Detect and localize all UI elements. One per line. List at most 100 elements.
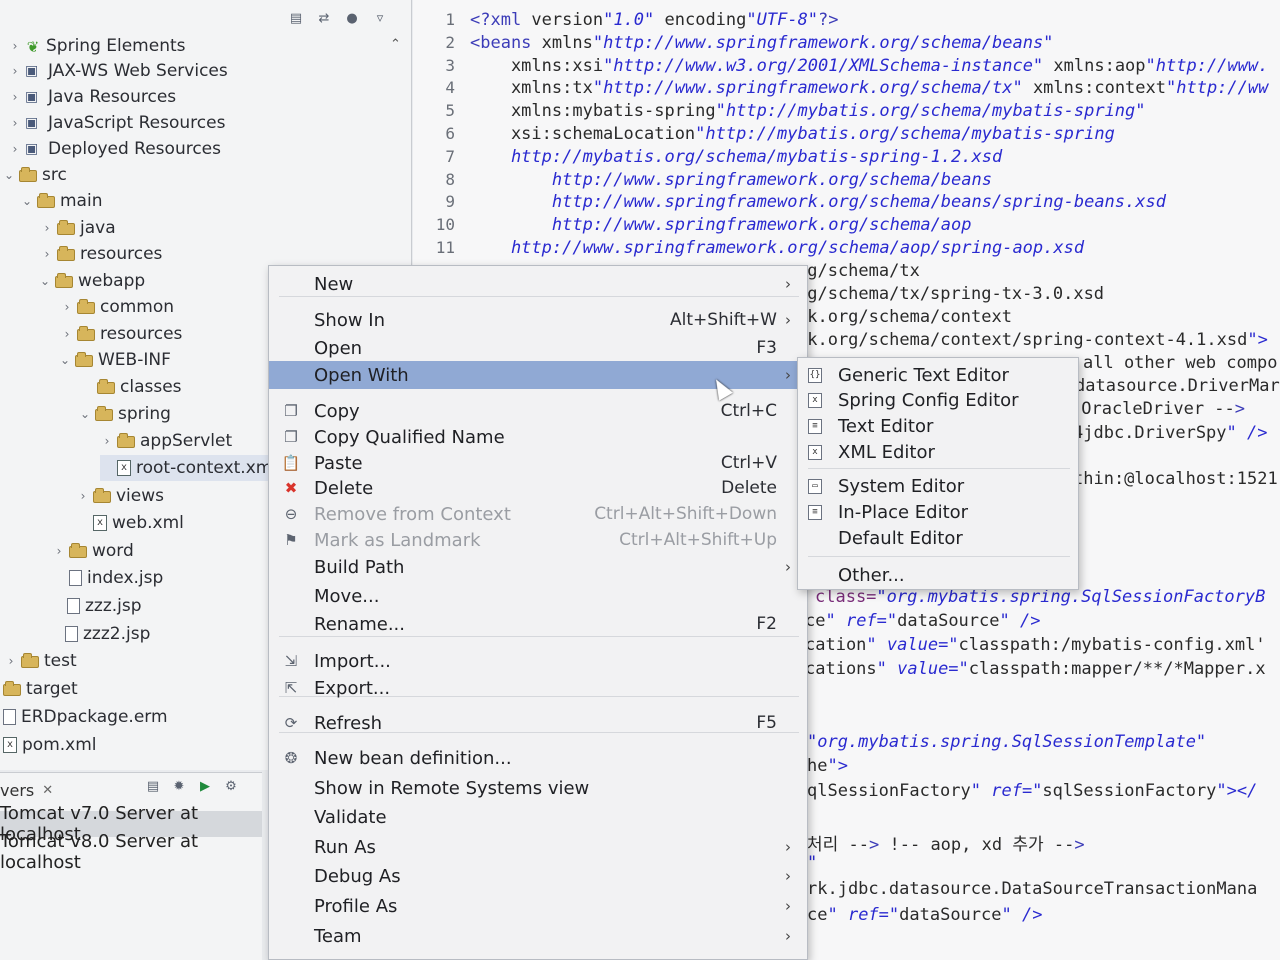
menu-item-delete[interactable]: ✖ Delete Delete [269, 474, 807, 502]
tree-item[interactable]: › ▣ JavaScript Resources [8, 110, 226, 136]
chevron-right-icon[interactable]: › [100, 434, 114, 448]
tree-item[interactable]: › appServlet [100, 428, 233, 454]
close-icon[interactable]: ✕ [42, 783, 53, 798]
tree-item[interactable]: index.jsp [52, 565, 163, 591]
tree-item[interactable]: ⌄ WEB-INF [58, 347, 171, 373]
menu-item-paste[interactable]: 📋 Paste Ctrl+V [269, 449, 807, 477]
tree-item[interactable]: ⌄ webapp [38, 268, 145, 294]
chevron-right-icon[interactable]: › [60, 327, 74, 341]
menu-item-shortcut: Ctrl+Alt+Shift+Down [594, 504, 777, 524]
tree-item[interactable]: x web.xml [76, 510, 184, 536]
tree-item[interactable]: › word [52, 538, 134, 564]
landmark-icon: ⚑ [284, 531, 298, 549]
menu-item-validate[interactable]: Validate [269, 803, 807, 831]
chevron-right-icon[interactable]: › [40, 221, 54, 235]
tree-item[interactable]: › ❦ Spring Elements [8, 33, 186, 59]
tree-item[interactable]: target [0, 676, 78, 702]
tree-item[interactable]: › ▣ JAX-WS Web Services [8, 58, 228, 84]
chevron-down-icon[interactable]: ⌄ [38, 274, 52, 288]
submenu-item-in-place-editor[interactable]: ≡ In-Place Editor [798, 499, 1078, 525]
line-number: 3 [445, 55, 455, 75]
view-menu-icon[interactable]: ▿ [372, 11, 388, 27]
chevron-right-icon[interactable]: › [52, 544, 66, 558]
menu-item-rename[interactable]: Rename... F2 [269, 610, 807, 638]
tree-item[interactable]: › resources [40, 241, 163, 267]
chevron-right-icon[interactable]: › [8, 142, 22, 156]
tree-item[interactable]: › ▣ Deployed Resources [8, 136, 221, 162]
submenu-item-text-editor[interactable]: ≡ Text Editor [798, 413, 1078, 439]
tree-item[interactable]: x pom.xml [0, 732, 97, 758]
chevron-right-icon[interactable]: › [60, 300, 74, 314]
menu-item-new[interactable]: New › [269, 270, 807, 298]
submenu-item-spring-config-editor[interactable]: x Spring Config Editor [798, 387, 1078, 413]
chevron-right-icon[interactable]: › [8, 90, 22, 104]
chevron-down-icon[interactable]: ⌄ [58, 353, 72, 367]
submenu-item-xml-editor[interactable]: x XML Editor [798, 439, 1078, 465]
code-fragment: he"> [807, 756, 848, 776]
tree-item[interactable]: › java [40, 215, 116, 241]
start-server-icon[interactable]: ▶ [197, 779, 213, 795]
chevron-right-icon[interactable]: › [76, 489, 90, 503]
code-fragment: thin:@localhost:1521 [1073, 469, 1278, 489]
tree-item[interactable]: ⌄ main [20, 188, 103, 214]
collapse-icon[interactable]: ▤ [145, 779, 161, 795]
servers-tab[interactable]: vers ✕ [0, 777, 53, 803]
menu-item-show-in-remote-systems-view[interactable]: Show in Remote Systems view [269, 774, 807, 802]
refresh-icon: ⟳ [284, 714, 298, 732]
chevron-right-icon[interactable]: › [8, 116, 22, 130]
tree-item[interactable]: › test [4, 648, 77, 674]
menu-item-run-as[interactable]: Run As › [269, 833, 807, 861]
chevron-right-icon[interactable]: › [4, 654, 18, 668]
profile-icon[interactable]: ⚙ [223, 779, 239, 795]
chevron-right-icon[interactable]: › [40, 247, 54, 261]
menu-item-build-path[interactable]: Build Path › [269, 553, 807, 581]
menu-item-import[interactable]: ⇲ Import... [269, 647, 807, 675]
tree-item[interactable]: classes [80, 374, 182, 400]
tree-item[interactable]: ⌄ src [2, 162, 67, 188]
menu-item-refresh[interactable]: ⟳ Refresh F5 [269, 709, 807, 737]
submenu-item-system-editor[interactable]: ▭ System Editor [798, 473, 1078, 499]
menu-item-team[interactable]: Team › [269, 922, 807, 950]
menu-item-profile-as[interactable]: Profile As › [269, 892, 807, 920]
chevron-down-icon[interactable]: ⌄ [2, 168, 16, 182]
menu-item-open[interactable]: Open F3 [269, 334, 807, 362]
chevron-down-icon[interactable]: ⌄ [78, 407, 92, 421]
menu-item-show-in[interactable]: Show In Alt+Shift+W › [269, 306, 807, 334]
tree-item[interactable]: › resources [60, 321, 183, 347]
chevron-right-icon: › [785, 558, 791, 576]
tree-item-label: JAX-WS Web Services [48, 61, 228, 81]
tree-item-label: src [42, 165, 67, 185]
tree-item[interactable]: › ▣ Java Resources [8, 84, 177, 110]
collapse-all-icon[interactable]: ▤ [288, 11, 304, 27]
filter-icon[interactable]: ● [344, 11, 360, 27]
tree-item[interactable]: › common [60, 294, 174, 320]
submenu-item-label: Default Editor [838, 527, 963, 549]
tree-item[interactable]: zzz.jsp [50, 593, 142, 619]
server-row-tomcat8[interactable]: Tomcat v8.0 Server at localhost [0, 831, 262, 873]
menu-item-new-bean-definition[interactable]: ❂ New bean definition... [269, 744, 807, 772]
submenu-item-label: Text Editor [838, 415, 934, 437]
tree-item[interactable]: x root-context.xm [100, 455, 273, 481]
menu-item-debug-as[interactable]: Debug As › [269, 862, 807, 890]
line-number: 9 [445, 192, 455, 212]
menu-item-export[interactable]: ⇱ Export... [269, 674, 807, 702]
tree-item[interactable]: ⌄ spring [78, 401, 171, 427]
tree-item[interactable]: zzz2.jsp [48, 621, 150, 647]
menu-item-copy-qualified-name[interactable]: ❐ Copy Qualified Name [269, 423, 807, 451]
chevron-up-icon[interactable]: ⌃ [390, 37, 401, 52]
menu-item-copy[interactable]: ❐ Copy Ctrl+C [269, 397, 807, 425]
chevron-down-icon[interactable]: ⌄ [20, 194, 34, 208]
link-editor-icon[interactable]: ⇄ [316, 11, 332, 27]
menu-item-move[interactable]: Move... [269, 582, 807, 610]
submenu-item-default-editor[interactable]: Default Editor [798, 525, 1078, 551]
tree-item[interactable]: › views [76, 483, 164, 509]
folder-icon [3, 681, 21, 696]
menu-item-shortcut: Ctrl+C [720, 401, 777, 421]
tree-item[interactable]: ERDpackage.erm [0, 704, 168, 730]
debug-icon[interactable]: ✹ [171, 779, 187, 795]
chevron-right-icon[interactable]: › [8, 39, 22, 53]
chevron-right-icon[interactable]: › [8, 64, 22, 78]
submenu-item-generic-text-editor[interactable]: {} Generic Text Editor [798, 362, 1078, 388]
submenu-item-other[interactable]: Other... [798, 562, 1078, 588]
tree-item-label: zzz2.jsp [83, 624, 151, 644]
